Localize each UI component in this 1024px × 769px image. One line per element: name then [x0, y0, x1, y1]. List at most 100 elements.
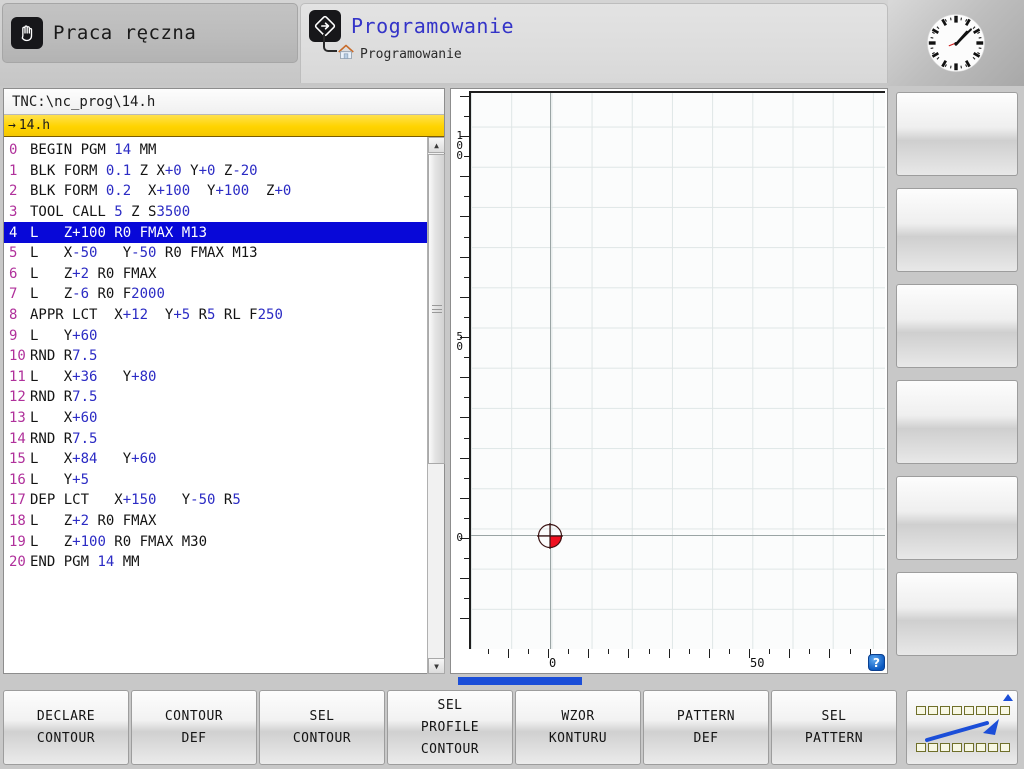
softkey-6[interactable]: PATTERN DEF [643, 690, 769, 765]
program-line-number: 17 [9, 492, 26, 509]
x-axis-tick [527, 649, 529, 654]
scroll-up-button[interactable]: ▲ [428, 137, 445, 153]
program-line-text: APPR LCT X+12 Y+5 R5 RL F250 [30, 307, 283, 324]
program-line-number: 13 [9, 410, 26, 427]
softkey-label: SEL [821, 709, 847, 724]
program-line[interactable]: 6 L Z+2 R0 FMAX [4, 264, 444, 285]
program-line[interactable]: 9 L Y+60 [4, 325, 444, 346]
gridline-y-major [471, 535, 885, 536]
program-line[interactable]: 5 L X-50 Y-50 R0 FMAX M13 [4, 243, 444, 264]
program-line[interactable]: 14 RND R7.5 [4, 428, 444, 449]
active-file-bar[interactable]: → 14.h [4, 115, 444, 137]
vertical-softkey-3[interactable] [896, 284, 1018, 368]
program-line[interactable]: 13 L X+60 [4, 408, 444, 429]
program-line[interactable]: 8 APPR LCT X+12 Y+5 R5 RL F250 [4, 305, 444, 326]
x-axis-tick [588, 649, 590, 658]
x-axis-tick [708, 649, 710, 658]
program-line-text: L Z+100 R0 FMAX M30 [30, 533, 208, 550]
program-line-text: BLK FORM 0.1 Z X+0 Y+0 Z-20 [30, 162, 258, 179]
y-axis-label: 100 [456, 129, 463, 162]
program-line[interactable]: 3 TOOL CALL 5 Z S3500 [4, 202, 444, 223]
triangle-up-icon [1003, 694, 1013, 701]
softkey-3[interactable]: SEL CONTOUR [259, 690, 385, 765]
program-line-number: 7 [9, 286, 18, 303]
program-line-number: 16 [9, 471, 26, 488]
softkey-2[interactable]: CONTOUR DEF [131, 690, 257, 765]
x-axis-ruler: 050100 [469, 649, 973, 671]
switch-softkey-row-icon[interactable] [906, 690, 1018, 765]
softkey-5[interactable]: WZOR KONTURU [515, 690, 641, 765]
x-axis-tick [628, 649, 630, 658]
softkey-label: DECLARE [36, 709, 96, 724]
program-line-text: L Z+2 R0 FMAX [30, 265, 157, 282]
mode-tab-programming-label: Programowanie [351, 14, 515, 38]
vertical-softkey-2[interactable] [896, 188, 1018, 272]
home-icon [337, 44, 355, 64]
program-line[interactable]: 1 BLK FORM 0.1 Z X+0 Y+0 Z-20 [4, 161, 444, 182]
program-line[interactable]: 18 L Z+2 R0 FMAX [4, 511, 444, 532]
vertical-softkey-1[interactable] [896, 92, 1018, 176]
program-line[interactable]: 15 L X+84 Y+60 [4, 449, 444, 470]
program-code-list[interactable]: 0 BEGIN PGM 14 MM 1 BLK FORM 0.1 Z X+0 Y+0 … [4, 137, 444, 671]
program-line[interactable]: 0 BEGIN PGM 14 MM [4, 140, 444, 161]
softkey-label: PATTERN [676, 709, 736, 724]
softkey-label: CONTOUR [420, 742, 480, 757]
softkey-7[interactable]: SEL PATTERN [771, 690, 897, 765]
y-axis-tick [460, 497, 469, 499]
x-axis-tick [668, 649, 670, 658]
program-line[interactable]: 7 L Z-6 R0 F2000 [4, 284, 444, 305]
help-icon[interactable]: ? [868, 654, 885, 671]
program-line[interactable]: 11 L X+36 Y+80 [4, 367, 444, 388]
y-axis-tick [460, 176, 469, 178]
program-line[interactable]: 12 RND R7.5 [4, 387, 444, 408]
breadcrumb-label: Programowanie [360, 46, 462, 62]
x-axis-tick [648, 649, 650, 654]
graphics-hscrollbar[interactable] [450, 676, 888, 686]
y-axis-tick [460, 296, 469, 298]
mode-tab-manual[interactable]: Praca ręczna [2, 3, 298, 63]
softkey-label: CONTOUR [164, 709, 224, 724]
program-line-number: 10 [9, 348, 26, 365]
program-line-text: BEGIN PGM 14 MM [30, 142, 157, 159]
program-line[interactable]: 16 L Y+5 [4, 470, 444, 491]
vertical-softkey-5[interactable] [896, 476, 1018, 560]
program-line-text: TOOL CALL 5 Z S3500 [30, 204, 191, 221]
graphics-panel[interactable]: 100 50 0 0 50 100 ? [450, 88, 973, 674]
y-axis-tick [460, 618, 469, 620]
program-line[interactable]: 20 END PGM 14 MM [4, 552, 444, 573]
program-line-text: L X-50 Y-50 R0 FMAX M13 [30, 245, 258, 262]
breadcrumb: Programowanie [337, 44, 462, 64]
program-scrollbar[interactable]: ▲ ▼ [427, 137, 445, 674]
program-line[interactable]: 4 L Z+100 R0 FMAX M13 [4, 222, 444, 243]
y-axis-ruler: 100 50 0 [451, 91, 469, 649]
softkey-label: CONTOUR [292, 731, 352, 746]
mode-tab-programming[interactable]: Programowanie Programowanie [300, 3, 888, 83]
x-axis-tick [487, 649, 489, 654]
program-line-text: L Y+60 [30, 327, 98, 344]
program-line-text: BLK FORM 0.2 X+100 Y+100 Z+0 [30, 183, 292, 200]
y-axis-label: 50 [456, 330, 463, 353]
program-line-text: L X+84 Y+60 [30, 451, 157, 468]
blue-arrow-icon [925, 719, 999, 742]
softkey-1[interactable]: DECLARE CONTOUR [3, 690, 129, 765]
program-line[interactable]: 2 BLK FORM 0.2 X+100 Y+100 Z+0 [4, 181, 444, 202]
vertical-softkey-4[interactable] [896, 380, 1018, 464]
workpiece-plot-area[interactable] [469, 91, 885, 649]
scroll-thumb[interactable] [428, 154, 445, 464]
program-line-text: L Z-6 R0 F2000 [30, 286, 165, 303]
softkey-label: PROFILE [420, 720, 480, 735]
program-line-number: 15 [9, 451, 26, 468]
graphics-hscroll-thumb[interactable] [458, 677, 582, 685]
program-line[interactable]: 17 DEP LCT X+150 Y-50 R5 [4, 490, 444, 511]
program-line-text: L X+60 [30, 410, 98, 427]
program-line-text: L Z+100 R0 FMAX M13 [30, 224, 208, 241]
tree-connector [323, 34, 337, 52]
program-line[interactable]: 10 RND R7.5 [4, 346, 444, 367]
vertical-softkey-6[interactable] [896, 572, 1018, 656]
softkey-4[interactable]: SEL PROFILE CONTOUR [387, 690, 513, 765]
program-line[interactable]: 19 L Z+100 R0 FMAX M30 [4, 531, 444, 552]
program-line-number: 6 [9, 265, 18, 282]
y-axis-tick [460, 417, 469, 419]
scroll-down-button[interactable]: ▼ [428, 658, 445, 674]
program-line-text: DEP LCT X+150 Y-50 R5 [30, 492, 241, 509]
